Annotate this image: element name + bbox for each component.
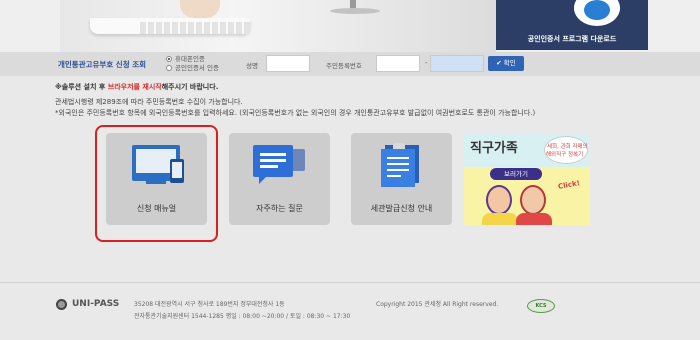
document-icon <box>381 149 415 187</box>
highlight-frame <box>95 125 218 242</box>
auth-radio-group: 휴대폰인증 공인인증서 인증 <box>166 55 219 73</box>
name-label: 성명 <box>246 62 258 70</box>
character-illustration <box>486 185 512 215</box>
radio-cert-auth[interactable]: 공인인증서 인증 <box>166 64 219 73</box>
download-icon <box>574 0 620 26</box>
footer-address: 35208 대전광역시 서구 청사로 189번지 정부대전청사 1동 <box>134 301 285 308</box>
search-bar: 개인통관고유부호 신청 조회 휴대폰인증 공인인증서 인증 성명 주민등록번호 … <box>0 52 700 76</box>
cert-download-label: 공인인증서 프로그램 다운로드 <box>527 35 617 43</box>
name-input[interactable] <box>266 55 310 72</box>
chat-bubble-icon <box>253 145 293 184</box>
customs-logo-icon <box>56 299 67 310</box>
dash-separator: - <box>425 59 428 67</box>
direct-purchase-family-banner[interactable]: 직구가족 세희, 관희 자매의 해외직구 정복기 보러가기 Click! <box>464 133 590 225</box>
law-notice: 관세법시행령 제289조에 따라 주민등록번호 수집이 가능합니다. <box>55 98 243 106</box>
resident-number-front-input[interactable] <box>376 55 420 72</box>
character-illustration <box>520 185 546 215</box>
tile-faq[interactable]: 자주하는 질문 <box>229 133 330 225</box>
banner-photo <box>60 0 496 52</box>
restart-notice: ※솔루션 설치 후 브라우저를 재시작해주시기 바랍니다. <box>55 83 219 91</box>
click-label: Click! <box>557 179 581 191</box>
resident-number-label: 주민등록번호 <box>326 62 362 70</box>
radio-icon <box>166 65 172 71</box>
tile-customs-issue-guide[interactable]: 세관발급신청 안내 <box>351 133 452 225</box>
hand-illustration <box>180 0 220 18</box>
confirm-button[interactable]: ✔ 확인 <box>488 56 524 71</box>
tile-label: 세관발급신청 안내 <box>370 204 433 213</box>
radio-phone-auth[interactable]: 휴대폰인증 <box>166 55 219 64</box>
cert-download-banner[interactable]: 공인인증서 프로그램 다운로드 <box>496 0 648 50</box>
promo-subtitle: 해외직구 정복기 <box>546 152 584 158</box>
radio-icon <box>166 56 172 62</box>
tile-label: 자주하는 질문 <box>256 204 303 213</box>
search-title: 개인통관고유부호 신청 조회 <box>58 60 147 69</box>
foreigner-notice: *외국인은 주민등록번호 항목에 외국인등록번호를 입력하세요. (외국인등록번… <box>55 109 536 117</box>
promo-subtitle: 세희, 관희 자매의 <box>547 144 588 150</box>
certification-badge-icon: KCS <box>527 299 555 313</box>
view-button[interactable]: 보러가기 <box>490 168 542 180</box>
footer-contact: 전자통관기술지원센터 1544-1285 평일 : 08:00 ~20:00 /… <box>134 313 351 320</box>
footer-copyright: Copyright 2015 관세청 All Right reserved. <box>376 301 499 308</box>
top-banner: 공인인증서 프로그램 다운로드 <box>0 0 700 52</box>
footer-logo: UNI-PASS <box>72 299 120 309</box>
page: 공인인증서 프로그램 다운로드 개인통관고유부호 신청 조회 휴대폰인증 공인인… <box>0 0 700 340</box>
promo-title: 직구가족 <box>470 141 518 156</box>
footer-divider <box>0 282 700 283</box>
resident-number-back-input[interactable] <box>430 55 484 72</box>
check-icon: ✔ <box>496 59 502 67</box>
laptop-illustration <box>90 18 250 34</box>
